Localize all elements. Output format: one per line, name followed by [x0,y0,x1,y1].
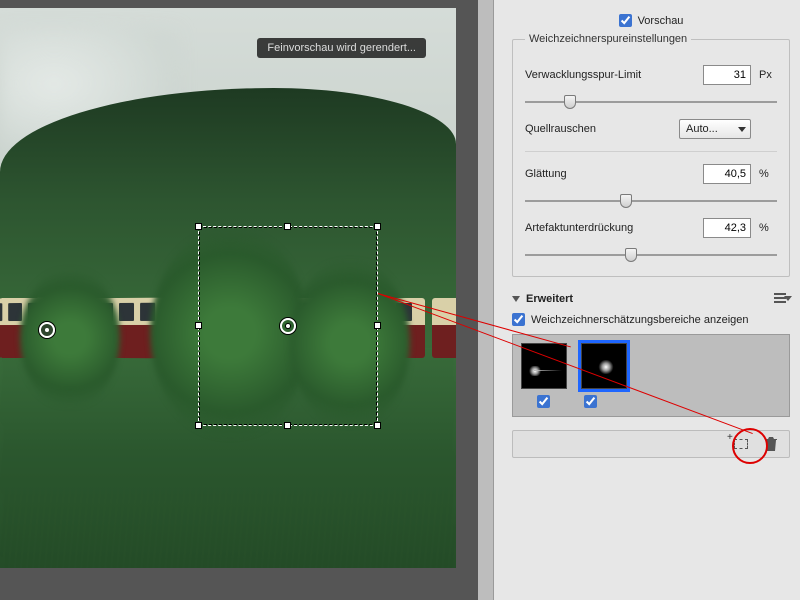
canvas-area: Feinvorschau wird gerendert... [0,0,478,600]
blur-limit-unit: Px [759,69,777,81]
resize-handle-s[interactable] [284,422,291,429]
resize-handle-n[interactable] [284,223,291,230]
source-noise-select[interactable]: Auto... [679,119,751,139]
resize-handle-se[interactable] [374,422,381,429]
region-center-pin[interactable] [280,318,296,334]
resize-handle-e[interactable] [374,322,381,329]
artifact-input[interactable] [703,218,751,238]
resize-handle-sw[interactable] [195,422,202,429]
estimation-thumbnails-area [512,334,790,417]
resize-handle-w[interactable] [195,322,202,329]
advanced-title: Erweitert [526,293,573,305]
settings-panel: Vorschau Weichzeichnerspureinstellungen … [493,0,800,600]
artifact-slider[interactable] [525,248,777,262]
add-region-button[interactable] [731,434,751,454]
render-status-badge: Feinvorschau wird gerendert... [257,38,426,58]
smoothing-label: Glättung [525,168,695,180]
disclosure-triangle-icon [512,296,520,302]
resize-handle-nw[interactable] [195,223,202,230]
show-regions-label: Weichzeichnerschätzungsbereiche anzeigen [531,314,749,326]
smoothing-unit: % [759,168,777,180]
blur-limit-label: Verwacklungsspur-Limit [525,69,695,81]
estimation-thumb-1[interactable] [521,343,567,389]
panel-gutter [478,0,493,600]
smoothing-slider[interactable] [525,194,777,208]
source-noise-label: Quellrauschen [525,123,671,135]
estimation-thumb-2[interactable] [581,343,627,389]
show-regions-checkbox[interactable] [512,313,525,326]
thumb-2-checkbox[interactable] [584,395,597,408]
smoothing-input[interactable] [703,164,751,184]
region-pin-secondary[interactable] [39,322,55,338]
delete-region-button[interactable] [761,434,781,454]
preview-image[interactable]: Feinvorschau wird gerendert... [0,8,456,568]
advanced-toolbar [512,430,790,458]
preview-label: Vorschau [638,15,684,27]
artifact-label: Artefaktunterdrückung [525,222,695,234]
chevron-down-icon [738,127,746,132]
trash-icon [764,436,778,452]
add-selection-icon [734,439,748,449]
advanced-section-header[interactable]: Erweitert [512,293,790,305]
panel-menu-icon[interactable] [774,293,790,305]
blur-estimation-region[interactable] [198,226,378,426]
blur-trace-group: Weichzeichnerspureinstellungen Verwacklu… [512,33,790,277]
source-noise-value: Auto... [686,123,718,135]
blur-limit-input[interactable] [703,65,751,85]
artifact-unit: % [759,222,777,234]
blur-limit-slider[interactable] [525,95,777,109]
blur-trace-legend: Weichzeichnerspureinstellungen [525,33,691,45]
thumb-1-checkbox[interactable] [537,395,550,408]
preview-checkbox[interactable] [619,14,632,27]
resize-handle-ne[interactable] [374,223,381,230]
